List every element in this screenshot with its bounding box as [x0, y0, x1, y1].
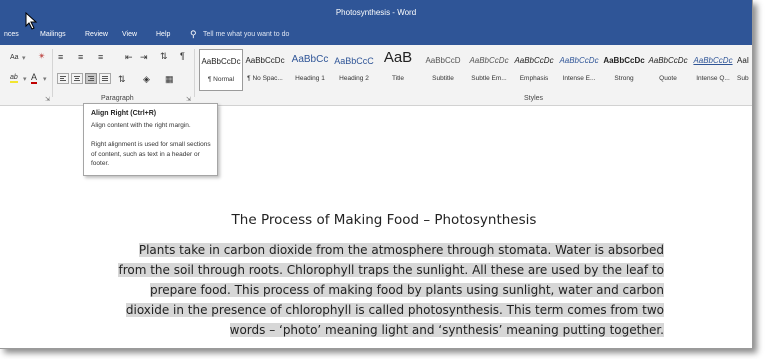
- tab-help[interactable]: Help: [156, 31, 170, 38]
- style-no-spacing[interactable]: AaBbCcDc ¶ No Spac...: [243, 49, 287, 89]
- style-title[interactable]: AaB Title: [377, 49, 419, 89]
- increase-indent-icon[interactable]: ⇥: [140, 52, 148, 63]
- tooltip-description: Right alignment is used for small sectio…: [91, 141, 211, 167]
- group-divider: [194, 49, 195, 97]
- sort-icon[interactable]: ⇅: [160, 51, 168, 62]
- selected-text-line[interactable]: Plants take in carbon dioxide from the a…: [138, 243, 664, 257]
- selected-text-line[interactable]: prepare food. This process of making foo…: [150, 283, 664, 297]
- style-normal[interactable]: AaBbCcDc ¶ Normal: [199, 49, 243, 91]
- line-spacing-icon[interactable]: ⇅: [118, 74, 126, 85]
- shading-icon[interactable]: ◈: [143, 74, 150, 85]
- justify-button[interactable]: [99, 73, 111, 84]
- selected-text-line[interactable]: dioxide in the presence of chlorophyll i…: [125, 303, 664, 317]
- style-subtitle[interactable]: AaBbCcD Subtitle: [421, 49, 465, 89]
- clear-formatting-icon[interactable]: ✴: [38, 51, 46, 62]
- document-heading[interactable]: The Process of Making Food – Photosynthe…: [0, 212, 752, 228]
- style-intense-emphasis[interactable]: AaBbCcDc Intense E...: [557, 49, 601, 89]
- align-right-button[interactable]: [85, 73, 97, 84]
- style-strong[interactable]: AaBbCcDc Strong: [603, 49, 645, 89]
- dropdown-arrow-icon[interactable]: ▾: [22, 54, 26, 62]
- style-heading-1[interactable]: AaBbCc Heading 1: [289, 49, 331, 89]
- style-heading-2[interactable]: AaBbCcC Heading 2: [333, 49, 375, 89]
- menu-bar: nces Mailings Review View Help ⚲ Tell me…: [0, 27, 752, 45]
- selected-text-line[interactable]: from the soil through roots. Chlorophyll…: [118, 263, 664, 277]
- group-divider: [52, 49, 53, 97]
- numbering-icon[interactable]: ≡: [78, 52, 83, 62]
- tab-mailings[interactable]: Mailings: [40, 31, 66, 38]
- style-quote[interactable]: AaBbCcDc Quote: [647, 49, 689, 89]
- style-subtitle-partial[interactable]: AaI Sub: [737, 49, 752, 89]
- styles-group-label: Styles: [524, 95, 544, 102]
- window-title: Photosynthesis - Word: [335, 8, 417, 17]
- paragraph-group-label: Paragraph: [101, 95, 134, 102]
- center-button[interactable]: [71, 73, 83, 84]
- font-dialog-launcher-icon[interactable]: ⇲: [45, 96, 50, 103]
- lightbulb-icon[interactable]: ⚲: [190, 29, 197, 40]
- style-emphasis[interactable]: AaBbCcDc Emphasis: [513, 49, 555, 89]
- ribbon: Aa ▾ ✴ ab ▾ A ▾ ≡ ≡ ≡ ⇤ ⇥ ⇅ ¶ ⇅ ◈ ▦ Para…: [0, 45, 752, 106]
- paragraph-dialog-launcher-icon[interactable]: ⇲: [186, 96, 191, 103]
- font-color-button[interactable]: A: [31, 73, 38, 84]
- tab-view[interactable]: View: [122, 31, 137, 38]
- selected-text-line[interactable]: words – ‘photo’ meaning light and ‘synth…: [229, 323, 664, 337]
- dropdown-arrow-icon[interactable]: ▾: [23, 75, 27, 83]
- tab-references[interactable]: nces: [4, 31, 19, 38]
- title-bar: Photosynthesis - Word: [0, 0, 752, 27]
- word-window: Photosynthesis - Word nces Mailings Revi…: [0, 0, 753, 349]
- style-intense-quote[interactable]: AaBbCcDc Intense Q...: [691, 49, 735, 89]
- multilevel-list-icon[interactable]: ≡: [98, 52, 103, 62]
- decrease-indent-icon[interactable]: ⇤: [125, 52, 133, 63]
- mouse-pointer-icon: [25, 12, 38, 30]
- borders-icon[interactable]: ▦: [165, 74, 174, 85]
- font-size-button[interactable]: Aa: [10, 54, 19, 61]
- bullets-icon[interactable]: ≡: [58, 52, 63, 62]
- dropdown-arrow-icon[interactable]: ▾: [43, 75, 47, 83]
- highlight-button[interactable]: ab: [10, 74, 18, 83]
- align-right-tooltip: Align Right (Ctrl+R) Align content with …: [83, 103, 218, 176]
- align-left-button[interactable]: [57, 73, 69, 84]
- tab-review[interactable]: Review: [85, 31, 108, 38]
- tooltip-title: Align Right (Ctrl+R): [91, 110, 157, 117]
- show-marks-icon[interactable]: ¶: [180, 51, 185, 61]
- tooltip-summary: Align content with the right margin.: [91, 122, 191, 129]
- document-paragraph[interactable]: Plants take in carbon dioxide from the a…: [100, 240, 664, 340]
- tell-me-search[interactable]: Tell me what you want to do: [203, 31, 289, 38]
- style-subtle-emphasis[interactable]: AaBbCcDc Subtle Em...: [467, 49, 511, 89]
